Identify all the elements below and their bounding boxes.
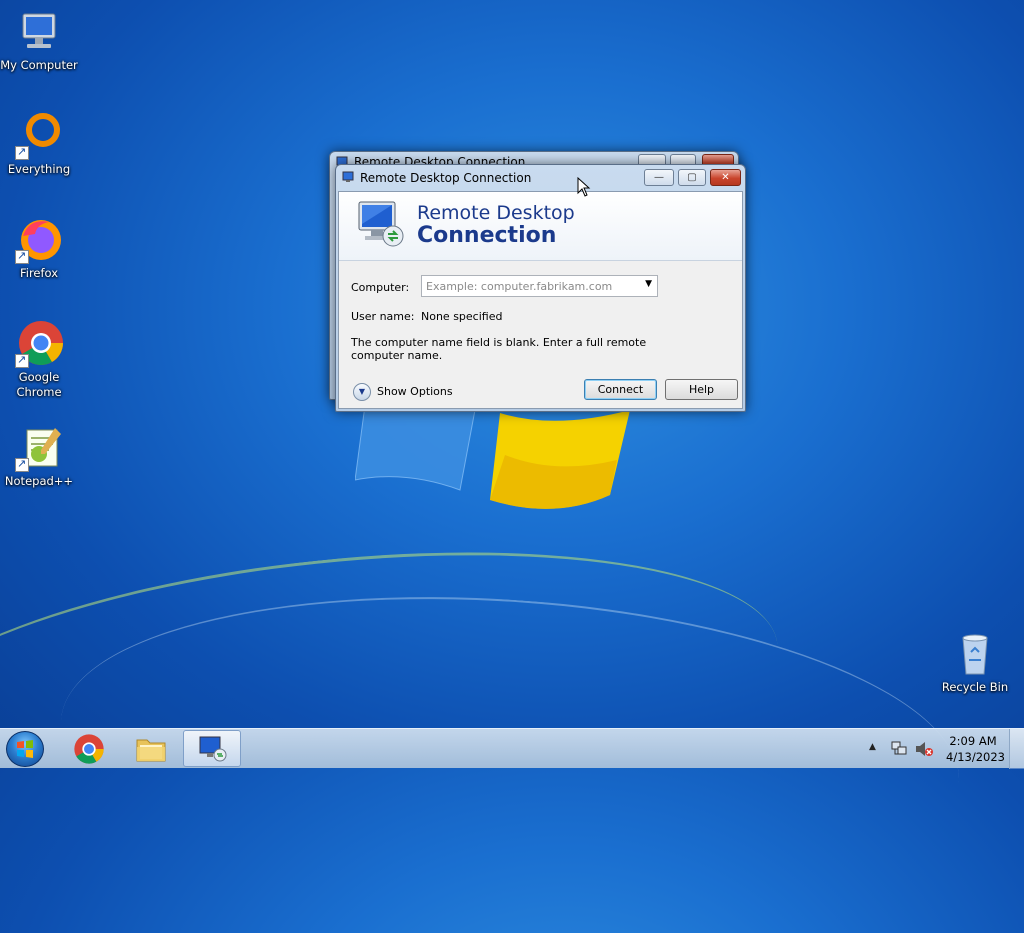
shortcut-arrow-icon <box>15 248 29 264</box>
close-button[interactable]: ✕ <box>710 169 741 186</box>
everything-search-icon <box>15 112 63 160</box>
dialog-client: Remote Desktop Connection Computer: Exam… <box>338 191 743 409</box>
chrome-icon <box>74 734 104 764</box>
banner-title-line2: Connection <box>417 223 557 248</box>
clock-time: 2:09 AM <box>949 734 997 748</box>
desktop-icon-label: Everything <box>7 162 71 176</box>
tray-overflow-arrow-icon[interactable]: ▲ <box>869 742 876 752</box>
computer-icon <box>15 8 63 56</box>
remote-desktop-dialog[interactable]: Remote Desktop Connection — ▢ ✕ Remote D… <box>335 164 746 412</box>
shortcut-arrow-icon <box>15 352 29 368</box>
desktop-icon-label: Google Chrome <box>16 370 62 399</box>
dialog-banner: Remote Desktop Connection <box>339 192 742 261</box>
network-icon[interactable] <box>890 740 908 758</box>
volume-muted-icon[interactable] <box>914 740 934 758</box>
desktop-icon-label: Firefox <box>19 266 59 280</box>
dropdown-arrow-icon[interactable]: ▼ <box>645 279 652 289</box>
clock-date: 4/13/2023 <box>946 750 1005 764</box>
dialog-titlebar[interactable]: Remote Desktop Connection — ▢ ✕ <box>336 165 745 191</box>
desktop-icon-my-computer[interactable]: My Computer <box>0 8 78 73</box>
windows-logo-icon <box>17 740 33 758</box>
username-label: User name: <box>351 310 415 323</box>
username-value: None specified <box>421 310 503 323</box>
dialog-title: Remote Desktop Connection <box>360 171 532 185</box>
shortcut-arrow-icon <box>15 144 29 160</box>
validation-message: The computer name field is blank. Enter … <box>351 336 647 362</box>
firefox-icon <box>15 216 63 264</box>
desktop-icon-firefox[interactable]: Firefox <box>0 216 78 281</box>
maximize-button[interactable]: ▢ <box>678 169 706 186</box>
desktop-icon-label: My Computer <box>0 58 78 72</box>
folder-icon <box>136 739 166 762</box>
start-button[interactable] <box>6 731 44 767</box>
desktop-icon-everything[interactable]: Everything <box>0 112 78 177</box>
computer-combobox-placeholder: Example: computer.fabrikam.com <box>426 280 613 293</box>
taskbar-file-explorer-button[interactable] <box>122 730 180 767</box>
computer-label: Computer: <box>351 281 410 294</box>
recycle-bin-icon <box>951 630 999 678</box>
desktop-icon-recycle-bin[interactable]: Recycle Bin <box>936 630 1014 695</box>
show-options-link[interactable]: Show Options <box>377 385 453 398</box>
minimize-button[interactable]: — <box>644 169 674 186</box>
remote-desktop-icon <box>342 171 356 183</box>
windows-logo-wallpaper <box>355 400 630 509</box>
notepadpp-icon <box>15 424 63 472</box>
connect-button[interactable]: Connect <box>584 379 657 400</box>
mouse-cursor-icon <box>577 177 591 197</box>
remote-desktop-logo-icon <box>358 201 404 247</box>
remote-desktop-icon <box>199 736 227 762</box>
show-options-chevron-icon[interactable]: ▼ <box>353 383 371 401</box>
computer-combobox[interactable]: Example: computer.fabrikam.com ▼ <box>421 275 658 297</box>
taskbar: ▲ 2:09 AM 4/13/2023 <box>0 728 1024 769</box>
taskbar-clock[interactable]: 2:09 AM 4/13/2023 <box>946 733 1005 765</box>
chrome-icon <box>15 320 63 368</box>
desktop-icon-google-chrome[interactable]: Google Chrome <box>0 320 78 400</box>
desktop-icon-label: Notepad++ <box>4 474 74 488</box>
shortcut-arrow-icon <box>15 456 29 472</box>
show-desktop-button[interactable] <box>1009 729 1024 769</box>
banner-title-line1: Remote Desktop <box>417 202 575 224</box>
taskbar-remote-desktop-button[interactable] <box>183 730 241 767</box>
desktop-icon-label: Recycle Bin <box>941 680 1009 694</box>
desktop-icon-notepadpp[interactable]: Notepad++ <box>0 424 78 489</box>
taskbar-chrome-button[interactable] <box>60 730 118 767</box>
help-button[interactable]: Help <box>665 379 738 400</box>
